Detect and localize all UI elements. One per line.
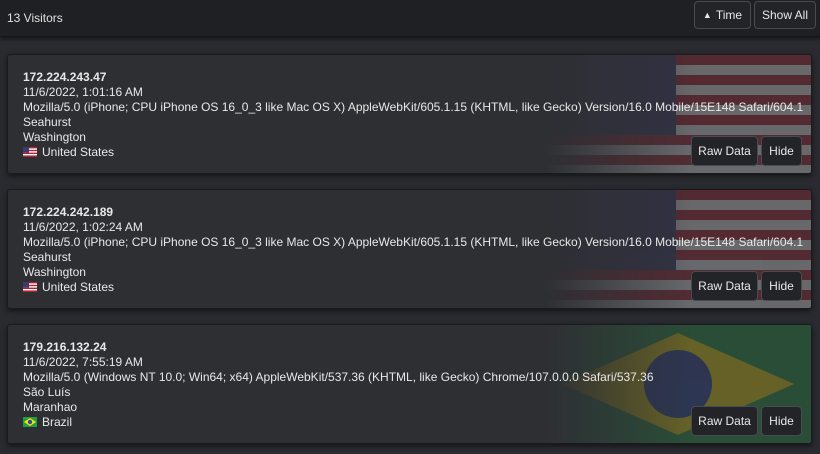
hide-button[interactable]: Hide [761, 406, 802, 436]
visitor-count: 13 Visitors [7, 11, 63, 25]
us-flag-icon [23, 282, 37, 292]
top-bar: 13 Visitors ▲ Time Show All [0, 0, 820, 37]
sort-time-button[interactable]: ▲ Time [694, 1, 751, 29]
visitor-country-row: Brazil [23, 415, 654, 430]
visitor-region: Maranhao [23, 400, 78, 414]
visitor-info: 172.224.243.47 11/6/2022, 1:01:16 AM Moz… [23, 70, 803, 160]
visitor-region: Washington [23, 265, 86, 279]
raw-data-button[interactable]: Raw Data [691, 136, 758, 166]
visitor-country-row: United States [23, 280, 803, 295]
triangle-up-icon: ▲ [702, 10, 712, 20]
visitor-country: Brazil [42, 415, 73, 429]
visitor-region: Washington [23, 130, 86, 144]
sort-time-label: Time [715, 8, 743, 22]
raw-data-button[interactable]: Raw Data [691, 271, 758, 301]
visitor-country: United States [42, 280, 115, 294]
visitor-ip: 179.216.132.24 [23, 340, 107, 354]
visitor-country: United States [42, 145, 115, 159]
visitor-datetime: 11/6/2022, 1:02:24 AM [23, 220, 143, 234]
visitor-user-agent: Mozilla/5.0 (iPhone; CPU iPhone OS 16_0_… [23, 235, 804, 249]
raw-data-button[interactable]: Raw Data [691, 406, 758, 436]
br-flag-icon [23, 417, 37, 427]
us-flag-icon [23, 147, 37, 157]
show-all-button[interactable]: Show All [754, 1, 816, 29]
visitor-datetime: 11/6/2022, 7:55:19 AM [23, 355, 143, 369]
visitor-city: Seahurst [23, 115, 72, 129]
visitor-ip: 172.224.242.189 [23, 205, 114, 219]
hide-button[interactable]: Hide [761, 271, 802, 301]
visitor-card: 172.224.242.189 11/6/2022, 1:02:24 AM Mo… [7, 189, 812, 309]
visitor-user-agent: Mozilla/5.0 (iPhone; CPU iPhone OS 16_0_… [23, 100, 804, 114]
visitor-card: 172.224.243.47 11/6/2022, 1:01:16 AM Moz… [7, 54, 812, 174]
visitor-country-row: United States [23, 145, 803, 160]
visitor-user-agent: Mozilla/5.0 (Windows NT 10.0; Win64; x64… [23, 370, 654, 384]
visitor-card: 179.216.132.24 11/6/2022, 7:55:19 AM Moz… [7, 324, 812, 444]
visitor-city: Seahurst [23, 250, 72, 264]
visitor-ip: 172.224.243.47 [23, 70, 107, 84]
visitor-info: 172.224.242.189 11/6/2022, 1:02:24 AM Mo… [23, 205, 803, 295]
visitor-datetime: 11/6/2022, 1:01:16 AM [23, 85, 143, 99]
visitor-info: 179.216.132.24 11/6/2022, 7:55:19 AM Moz… [23, 340, 654, 430]
visitor-city: São Luís [23, 385, 71, 399]
hide-button[interactable]: Hide [761, 136, 802, 166]
